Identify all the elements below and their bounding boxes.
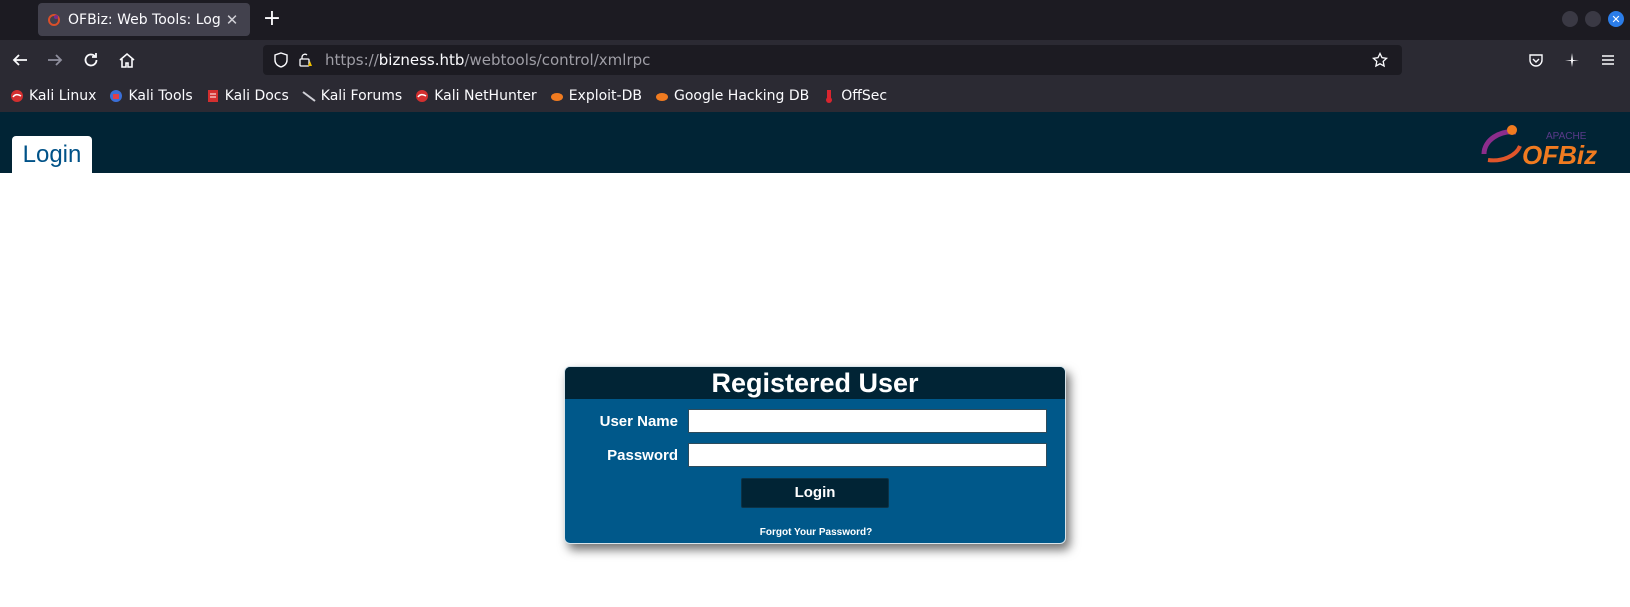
ofbiz-app-header: Login APACHE OFBiz <box>0 112 1630 173</box>
back-arrow-icon[interactable] <box>8 48 32 72</box>
username-input[interactable] <box>688 409 1047 433</box>
login-tab[interactable]: Login <box>12 136 92 173</box>
url-text[interactable]: https://bizness.htb/webtools/control/xml… <box>325 51 650 69</box>
bookmark-offsec[interactable]: OffSec <box>821 88 887 104</box>
bookmark-label: Kali Tools <box>128 88 193 104</box>
tab-title: OFBiz: Web Tools: Login <box>68 11 222 28</box>
password-label: Password <box>607 446 678 464</box>
bookmark-label: Exploit-DB <box>568 88 642 104</box>
ofbiz-favicon-icon <box>46 12 62 28</box>
window-controls: ✕ <box>1562 11 1624 27</box>
close-tab-icon[interactable]: ✕ <box>222 11 242 29</box>
kali-docs-icon <box>205 88 221 104</box>
login-box-title: Registered User <box>565 367 1065 399</box>
offsec-icon <box>821 88 837 104</box>
bookmark-label: OffSec <box>841 88 888 104</box>
browser-tab[interactable]: OFBiz: Web Tools: Login ✕ <box>38 3 250 36</box>
kali-tools-icon <box>108 88 124 104</box>
kali-icon <box>9 88 25 104</box>
pocket-icon[interactable] <box>1524 48 1548 72</box>
url-scheme: https:// <box>325 51 379 69</box>
insecure-lock-icon[interactable] <box>295 50 315 70</box>
bookmark-kali-docs[interactable]: Kali Docs <box>205 88 289 104</box>
extension-icon[interactable] <box>1560 48 1584 72</box>
minimize-window-icon[interactable] <box>1562 11 1578 27</box>
tracking-shield-icon[interactable] <box>271 50 291 70</box>
ghdb-icon <box>654 88 670 104</box>
bookmark-label: Kali Linux <box>29 88 97 104</box>
bookmark-label: Kali NetHunter <box>434 88 537 104</box>
bookmarks-toolbar: Kali Linux Kali Tools Kali Docs Kali For… <box>0 80 1630 112</box>
kali-forums-icon <box>301 88 317 104</box>
url-bar[interactable]: https://bizness.htb/webtools/control/xml… <box>263 45 1402 75</box>
bookmark-exploit-db[interactable]: Exploit-DB <box>549 88 642 104</box>
home-icon[interactable] <box>115 48 139 72</box>
menu-hamburger-icon[interactable] <box>1596 48 1620 72</box>
close-window-icon[interactable]: ✕ <box>1608 11 1624 27</box>
exploit-db-icon <box>549 88 565 104</box>
new-tab-icon[interactable]: + <box>260 8 284 32</box>
login-button[interactable]: Login <box>741 478 889 508</box>
bookmark-kali-tools[interactable]: Kali Tools <box>108 88 193 104</box>
login-form-box: Registered User User Name Password Login… <box>564 366 1066 544</box>
forward-arrow-icon[interactable] <box>43 48 67 72</box>
ofbiz-logo[interactable]: APACHE OFBiz <box>1478 120 1608 170</box>
nethunter-icon <box>414 88 430 104</box>
maximize-window-icon[interactable] <box>1585 11 1601 27</box>
bookmark-kali-forums[interactable]: Kali Forums <box>301 88 402 104</box>
username-row: User Name <box>565 409 1065 433</box>
browser-tab-bar: OFBiz: Web Tools: Login ✕ + ✕ <box>0 0 1630 40</box>
password-input[interactable] <box>688 443 1047 467</box>
bookmark-google-hacking-db[interactable]: Google Hacking DB <box>654 88 809 104</box>
bookmark-label: Kali Docs <box>224 88 289 104</box>
password-row: Password <box>565 443 1065 467</box>
bookmark-kali-nethunter[interactable]: Kali NetHunter <box>414 88 537 104</box>
bookmark-label: Google Hacking DB <box>673 88 810 104</box>
forgot-password-link[interactable]: Forgot Your Password? <box>565 527 1065 538</box>
url-host: bizness.htb <box>378 51 465 69</box>
bookmark-kali-linux[interactable]: Kali Linux <box>9 88 96 104</box>
bookmark-star-icon[interactable] <box>1370 50 1390 70</box>
bookmark-label: Kali Forums <box>320 88 403 104</box>
url-path: /webtools/control/xmlrpc <box>464 51 651 69</box>
reload-icon[interactable] <box>79 48 103 72</box>
username-label: User Name <box>599 412 678 430</box>
browser-nav-bar: https://bizness.htb/webtools/control/xml… <box>0 40 1630 80</box>
logo-ofbiz-text: OFBiz <box>1522 140 1597 170</box>
